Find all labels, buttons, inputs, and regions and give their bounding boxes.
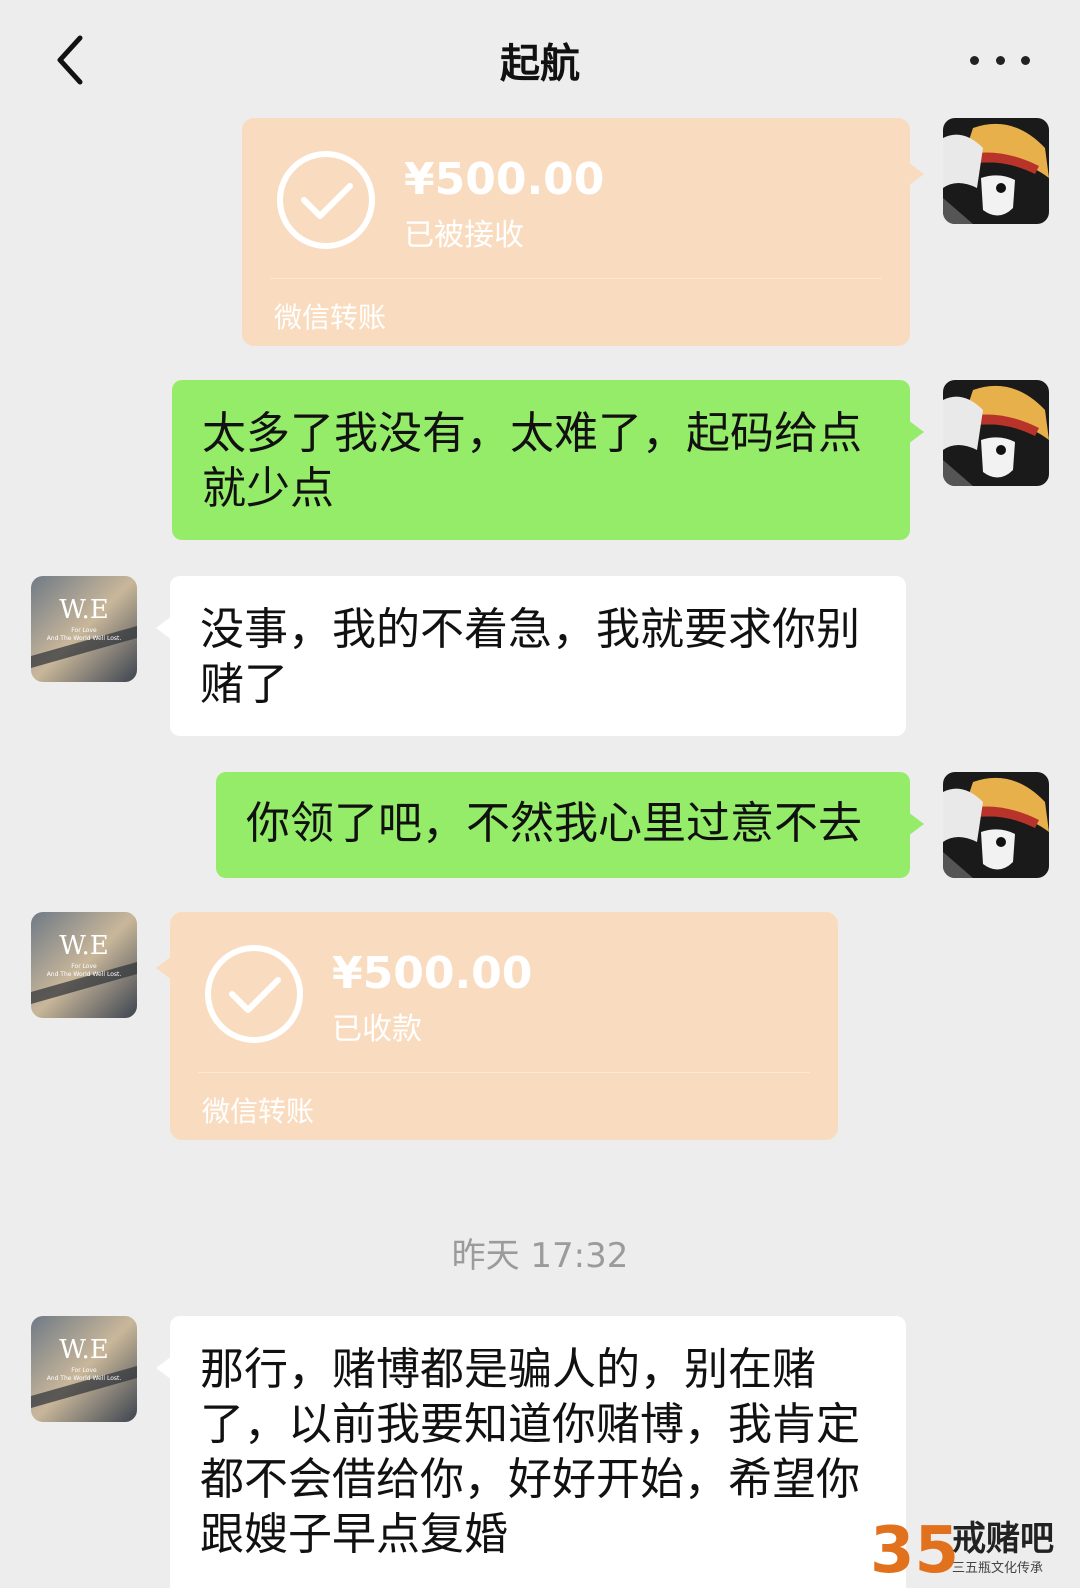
message-bubble-received[interactable]: 没事，我的不着急，我就要求你别赌了 [156, 576, 906, 736]
transfer-amount: ¥500.00 [332, 948, 533, 999]
check-circle-icon [277, 151, 375, 249]
back-arrow-icon [57, 35, 83, 85]
avatar-we-sub1: For Love [71, 627, 97, 634]
message-bubble-received[interactable]: 那行，赌博都是骗人的，别在赌了，以前我要知道你赌博，我肯定都不会借给你，好好开始… [156, 1316, 906, 1588]
avatar-we-sub2: And The World Well Lost. [47, 971, 122, 978]
avatar-contact[interactable]: W.E For Love And The World Well Lost. [31, 912, 137, 1018]
more-icon-dot [995, 55, 1005, 65]
avatar-we-sub2: And The World Well Lost. [47, 635, 122, 642]
watermark-number: 35 [870, 1514, 959, 1584]
avatar-we-image: W.E For Love And The World Well Lost. [31, 912, 137, 1018]
divider [198, 1072, 810, 1073]
watermark-brand: 戒赌吧 [952, 1519, 1054, 1559]
transfer-card-received[interactable]: ¥500.00 已收款 微信转账 [156, 912, 838, 1140]
avatar-contact[interactable]: W.E For Love And The World Well Lost. [31, 1316, 137, 1422]
watermark-logo: 35 戒赌吧 三五瓶文化传承 [870, 1514, 1070, 1588]
avatar-we-sub1: For Love [71, 963, 97, 970]
avatar-we-text: W.E [59, 595, 108, 625]
avatar-me[interactable] [943, 380, 1049, 486]
avatar-we-image: W.E For Love And The World Well Lost. [31, 1316, 137, 1422]
more-icon-dot [1021, 55, 1030, 65]
transfer-label: 微信转账 [274, 301, 387, 334]
transfer-card-sent[interactable]: ¥500.00 已被接收 微信转账 [242, 118, 924, 346]
avatar-we-sub2: And The World Well Lost. [47, 1375, 122, 1382]
message-text: 那行，赌博都是骗人的，别在赌了，以前我要知道你赌博，我肯定都不会借给你，好好开始… [200, 1344, 860, 1560]
divider [270, 278, 882, 279]
avatar-luffy-image [943, 118, 1049, 224]
avatar-we-text: W.E [59, 1335, 108, 1365]
transfer-amount: ¥500.00 [404, 154, 605, 205]
avatar-me[interactable] [943, 772, 1049, 878]
avatar-luffy-image [943, 772, 1049, 878]
transfer-status: 已被接收 [404, 218, 524, 253]
back-button[interactable] [40, 30, 100, 90]
watermark-sub: 三五瓶文化传承 [952, 1561, 1043, 1576]
avatar-luffy-image [943, 380, 1049, 486]
message-text: 没事，我的不着急，我就要求你别赌了 [200, 604, 860, 710]
avatar-we-text: W.E [59, 931, 108, 961]
message-bubble-sent[interactable]: 你领了吧，不然我心里过意不去 [216, 772, 924, 878]
transfer-label: 微信转账 [202, 1095, 315, 1128]
more-button[interactable] [970, 40, 1030, 80]
message-text: 太多了我没有，太难了，起码给点就少点 [202, 408, 862, 514]
chat-header: 起航 [0, 0, 1080, 120]
avatar-contact[interactable]: W.E For Love And The World Well Lost. [31, 576, 137, 682]
avatar-we-image: W.E For Love And The World Well Lost. [31, 576, 137, 682]
avatar-me[interactable] [943, 118, 1049, 224]
message-text: 你领了吧，不然我心里过意不去 [246, 798, 862, 849]
check-circle-icon [205, 945, 303, 1043]
message-bubble-sent[interactable]: 太多了我没有，太难了，起码给点就少点 [172, 380, 924, 540]
avatar-we-sub1: For Love [71, 1367, 97, 1374]
timestamp: 昨天 17:32 [451, 1236, 629, 1276]
more-icon [970, 55, 979, 65]
transfer-status: 已收款 [332, 1012, 422, 1047]
chat-title: 起航 [500, 41, 580, 87]
